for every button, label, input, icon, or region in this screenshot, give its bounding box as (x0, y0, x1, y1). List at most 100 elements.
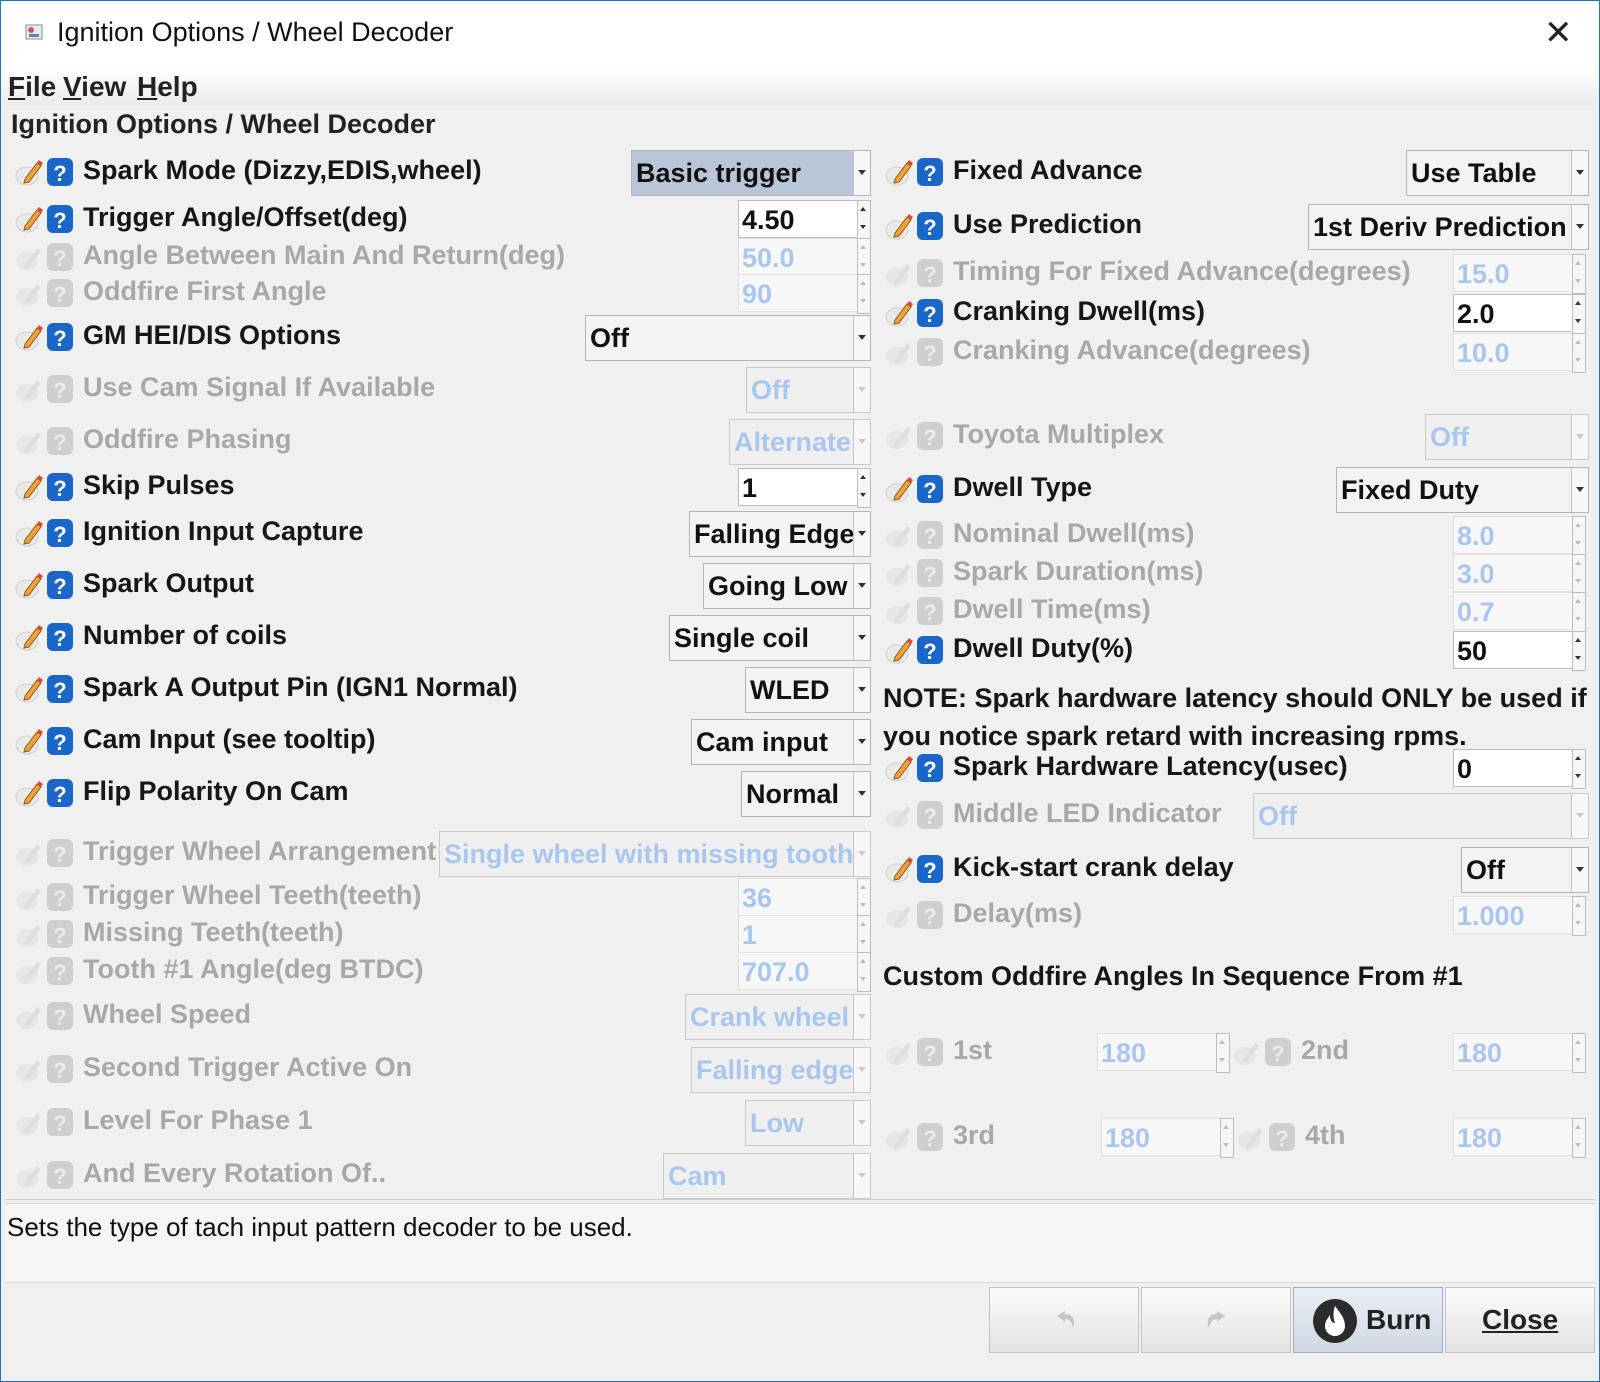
chevron-down-icon[interactable] (1571, 848, 1588, 892)
angle-between-main-and-return-deg-spinner[interactable]: 50.0 (738, 238, 871, 278)
edit-help-icon[interactable]: ? (13, 199, 75, 239)
spinner-arrows-icon[interactable] (1216, 1033, 1230, 1073)
spinner-arrows-icon[interactable] (1572, 554, 1586, 594)
oddfire-4th-spinner[interactable]: 180 (1453, 1118, 1586, 1158)
flip-polarity-on-cam-dropdown[interactable]: Normal (741, 771, 871, 817)
spinner-arrows-icon[interactable] (1572, 254, 1586, 294)
spark-mode-dizzy-edis-wheel-dropdown[interactable]: Basic trigger (631, 150, 871, 196)
spinner-arrows-icon[interactable] (1572, 516, 1586, 556)
use-prediction-dropdown[interactable]: 1st Deriv Prediction (1308, 204, 1589, 250)
undo-button[interactable] (989, 1287, 1139, 1353)
spinner-arrows-icon[interactable] (1572, 631, 1586, 671)
spinner-arrows-icon[interactable] (857, 274, 871, 314)
spinner-arrows-icon[interactable] (857, 915, 871, 955)
spinner-arrows-icon[interactable] (857, 878, 871, 918)
edit-help-icon[interactable]: ? (883, 469, 945, 509)
kick-start-crank-delay-dropdown[interactable]: Off (1461, 847, 1589, 893)
spinner-arrows-icon[interactable] (1572, 1033, 1586, 1073)
chevron-down-icon[interactable] (853, 151, 870, 195)
spinner-arrows-icon[interactable] (1572, 1118, 1586, 1158)
chevron-down-icon[interactable] (853, 720, 870, 764)
dwell-type-dropdown[interactable]: Fixed Duty (1336, 467, 1589, 513)
spinner-arrows-icon[interactable] (857, 200, 871, 240)
chevron-down-icon[interactable] (853, 832, 870, 876)
chevron-down-icon[interactable] (853, 668, 870, 712)
chevron-down-icon[interactable] (853, 1101, 870, 1145)
edit-help-icon[interactable]: ? (883, 206, 945, 246)
menu-view[interactable]: View (63, 71, 126, 103)
number-of-coils-dropdown[interactable]: Single coil (669, 615, 871, 661)
chevron-down-icon[interactable] (853, 616, 870, 660)
chevron-down-icon[interactable] (853, 512, 870, 556)
edit-help-icon[interactable]: ? (883, 293, 945, 333)
gm-hei-dis-options-dropdown[interactable]: Off (585, 315, 871, 361)
chevron-down-icon[interactable] (853, 1048, 870, 1092)
trigger-wheel-arrangement-dropdown[interactable]: Single wheel with missing tooth (439, 831, 871, 877)
level-for-phase-1-dropdown[interactable]: Low (745, 1100, 871, 1146)
missing-teeth-teeth-spinner[interactable]: 1 (738, 915, 871, 955)
chevron-down-icon[interactable] (853, 772, 870, 816)
trigger-wheel-teeth-teeth-spinner[interactable]: 36 (738, 878, 871, 918)
nominal-dwell-ms-spinner[interactable]: 8.0 (1453, 516, 1586, 556)
spark-hardware-latency-usec-spinner[interactable]: 0 (1453, 749, 1586, 789)
edit-help-icon[interactable]: ? (883, 748, 945, 788)
spinner-arrows-icon[interactable] (1220, 1118, 1234, 1158)
chevron-down-icon[interactable] (853, 316, 870, 360)
edit-help-icon[interactable]: ? (13, 773, 75, 813)
timing-for-fixed-advance-degrees-spinner[interactable]: 15.0 (1453, 254, 1586, 294)
spark-a-output-pin-ign1-normal-dropdown[interactable]: WLED (745, 667, 871, 713)
spinner-arrows-icon[interactable] (1572, 896, 1586, 936)
chevron-down-icon[interactable] (1571, 794, 1588, 838)
edit-help-icon[interactable]: ? (13, 317, 75, 357)
skip-pulses-spinner[interactable]: 1 (738, 468, 871, 508)
edit-help-icon[interactable]: ? (883, 849, 945, 889)
close-window-icon[interactable]: ✕ (1544, 13, 1573, 53)
edit-help-icon[interactable]: ? (13, 513, 75, 553)
use-cam-signal-if-available-dropdown[interactable]: Off (746, 367, 871, 413)
spinner-arrows-icon[interactable] (1572, 592, 1586, 632)
spinner-arrows-icon[interactable] (1572, 333, 1586, 373)
dwell-duty-spinner[interactable]: 50 (1453, 631, 1586, 671)
ignition-input-capture-dropdown[interactable]: Falling Edge (689, 511, 871, 557)
chevron-down-icon[interactable] (853, 1154, 870, 1198)
tooth-1-angle-deg-btdc-spinner[interactable]: 707.0 (738, 952, 871, 992)
toyota-multiplex-dropdown[interactable]: Off (1425, 414, 1589, 460)
chevron-down-icon[interactable] (1571, 205, 1588, 249)
trigger-angle-offset-deg-spinner[interactable]: 4.50 (738, 200, 871, 240)
cranking-dwell-ms-spinner[interactable]: 2.0 (1453, 294, 1586, 334)
oddfire-phasing-dropdown[interactable]: Alternate (729, 419, 871, 465)
close-button[interactable]: Close (1445, 1287, 1595, 1353)
chevron-down-icon[interactable] (1571, 468, 1588, 512)
middle-led-indicator-dropdown[interactable]: Off (1253, 793, 1589, 839)
second-trigger-active-on-dropdown[interactable]: Falling edge (691, 1047, 871, 1093)
chevron-down-icon[interactable] (853, 564, 870, 608)
edit-help-icon[interactable]: ? (13, 565, 75, 605)
chevron-down-icon[interactable] (1571, 151, 1588, 195)
menu-help[interactable]: Help (137, 71, 198, 103)
burn-button[interactable]: Burn (1293, 1287, 1443, 1353)
dwell-time-ms-spinner[interactable]: 0.7 (1453, 592, 1586, 632)
cranking-advance-degrees-spinner[interactable]: 10.0 (1453, 333, 1586, 373)
spinner-arrows-icon[interactable] (857, 238, 871, 278)
redo-button[interactable] (1141, 1287, 1291, 1353)
spinner-arrows-icon[interactable] (857, 468, 871, 508)
edit-help-icon[interactable]: ? (13, 617, 75, 657)
edit-help-icon[interactable]: ? (13, 721, 75, 761)
menu-file[interactable]: File (8, 71, 56, 103)
spinner-arrows-icon[interactable] (1572, 294, 1586, 334)
edit-help-icon[interactable]: ? (883, 630, 945, 670)
spark-output-dropdown[interactable]: Going Low (703, 563, 871, 609)
spark-duration-ms-spinner[interactable]: 3.0 (1453, 554, 1586, 594)
spinner-arrows-icon[interactable] (1572, 749, 1586, 789)
spinner-arrows-icon[interactable] (857, 952, 871, 992)
delay-ms-spinner[interactable]: 1.000 (1453, 896, 1586, 936)
chevron-down-icon[interactable] (853, 995, 870, 1039)
edit-help-icon[interactable]: ? (883, 152, 945, 192)
edit-help-icon[interactable]: ? (13, 669, 75, 709)
oddfire-2nd-spinner[interactable]: 180 (1453, 1033, 1586, 1073)
wheel-speed-dropdown[interactable]: Crank wheel (685, 994, 871, 1040)
oddfire-first-angle-spinner[interactable]: 90 (738, 274, 871, 314)
fixed-advance-dropdown[interactable]: Use Table (1406, 150, 1589, 196)
oddfire-1st-spinner[interactable]: 180 (1097, 1033, 1230, 1073)
chevron-down-icon[interactable] (1571, 415, 1588, 459)
